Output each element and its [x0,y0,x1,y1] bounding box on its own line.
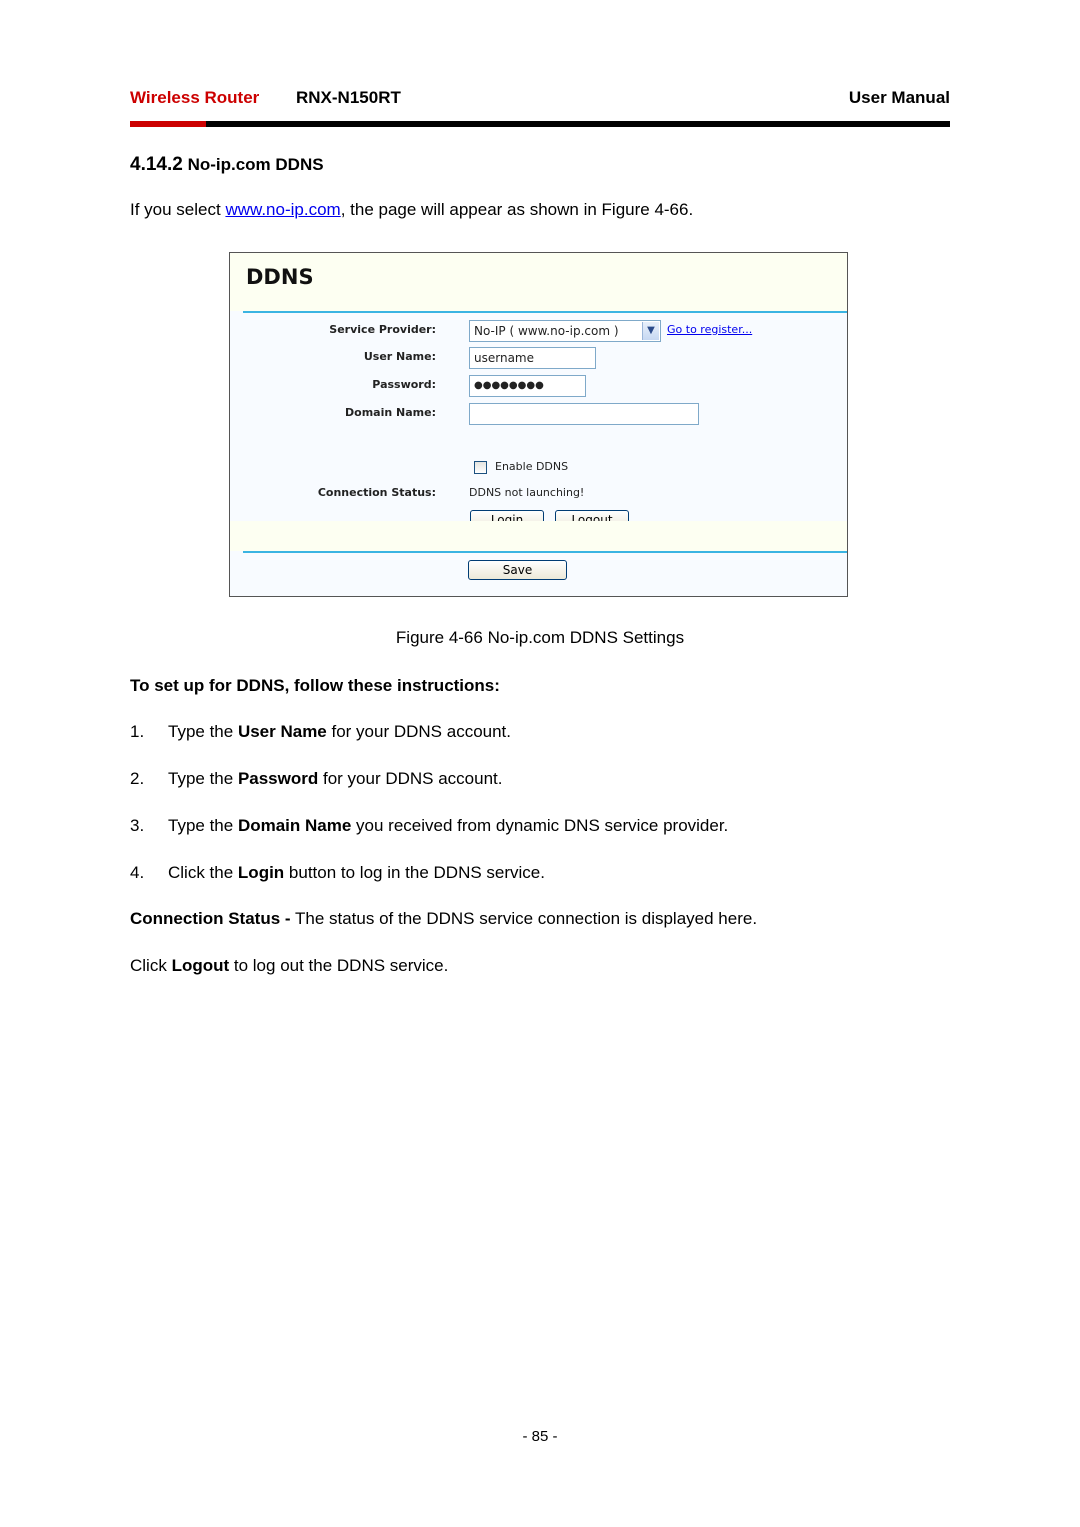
step-text: you received from dynamic DNS service pr… [351,816,729,835]
note-text: The status of the DDNS service connectio… [290,909,758,928]
instructions-heading: To set up for DDNS, follow these instruc… [130,676,500,695]
figure-footer-band [230,521,847,551]
logout-note: Click Logout to log out the DDNS service… [130,956,448,976]
model-label: RNX-N150RT [296,88,401,107]
section-title: No-ip.com DDNS [187,155,324,174]
step-number: 4. [130,863,145,882]
service-provider-value: No-IP ( www.no-ip.com ) [474,324,619,338]
user-name-label: User Name: [363,350,436,363]
step-keyword: Login [237,863,285,882]
step-keyword: Password [237,769,319,788]
password-label: Password: [372,378,436,391]
step-text: Type the [168,722,238,741]
figure-caption: Figure 4-66 No-ip.com DDNS Settings [395,628,685,647]
step-item: 4. Click the Login button to log in the D… [130,863,545,883]
note-keyword: Connection Status - [130,909,291,928]
connection-status-note: Connection Status - The status of the DD… [130,909,757,929]
header-rule [130,121,950,127]
page-number: - 85 - [522,1428,558,1445]
enable-ddns-checkbox[interactable] [474,461,487,474]
step-item: 1. Type the User Name for your DDNS accou… [130,722,511,742]
step-text: Type the [168,769,238,788]
section-number: 4.14.2 [130,154,183,175]
header-rule-accent [130,121,206,127]
connection-status-label: Connection Status: [317,486,436,499]
enable-ddns-label: Enable DDNS [495,460,569,473]
doc-type-label: User Manual [848,88,950,107]
no-ip-link[interactable]: www.no-ip.com [225,200,340,219]
password-input[interactable]: ●●●●●●●● [469,375,586,397]
chevron-down-icon[interactable]: ▼ [642,322,659,340]
step-number: 2. [130,769,145,788]
running-header: Wireless Router RNX-N150RT User Manual [130,88,950,110]
save-button[interactable]: Save [468,560,567,580]
step-number: 1. [130,722,145,741]
domain-name-label: Domain Name: [345,406,436,419]
step-keyword: Domain Name [237,816,352,835]
intro-paragraph: If you select www.no-ip.com, the page wi… [130,200,693,220]
footer-divider [243,551,847,553]
step-text: Click the [168,863,238,882]
step-text: for your DDNS account. [318,769,503,788]
service-provider-select[interactable]: No-IP ( www.no-ip.com ) ▼ [469,320,661,342]
step-number: 3. [130,816,145,835]
step-text: Type the [168,816,238,835]
connection-status-value: DDNS not launching! [469,486,585,499]
step-item: 2. Type the Password for your DDNS accoun… [130,769,503,789]
note-keyword: Logout [171,956,230,975]
brand-label: Wireless Router [130,88,260,107]
intro-text-after: , the page will appear as shown in Figur… [340,200,694,219]
step-keyword: User Name [237,722,327,741]
step-item: 3. Type the Domain Name you received from… [130,816,728,836]
ddns-figure: DDNS Service Provider: No-IP ( www.no-ip… [229,252,848,597]
note-text: Click [130,956,172,975]
step-text: button to log in the DDNS service. [284,863,545,882]
intro-text-before: If you select [130,200,226,219]
go-to-register-link[interactable]: Go to register... [667,323,752,336]
note-text: to log out the DDNS service. [229,956,449,975]
header-divider [243,311,847,313]
step-text: for your DDNS account. [326,722,512,741]
service-provider-label: Service Provider: [329,323,436,336]
domain-name-input[interactable] [469,403,699,425]
section-heading: 4.14.2 No-ip.com DDNS [130,154,324,176]
user-name-input[interactable]: username [469,347,596,369]
ddns-panel-title: DDNS [246,265,314,289]
figure-header-band [230,253,847,311]
